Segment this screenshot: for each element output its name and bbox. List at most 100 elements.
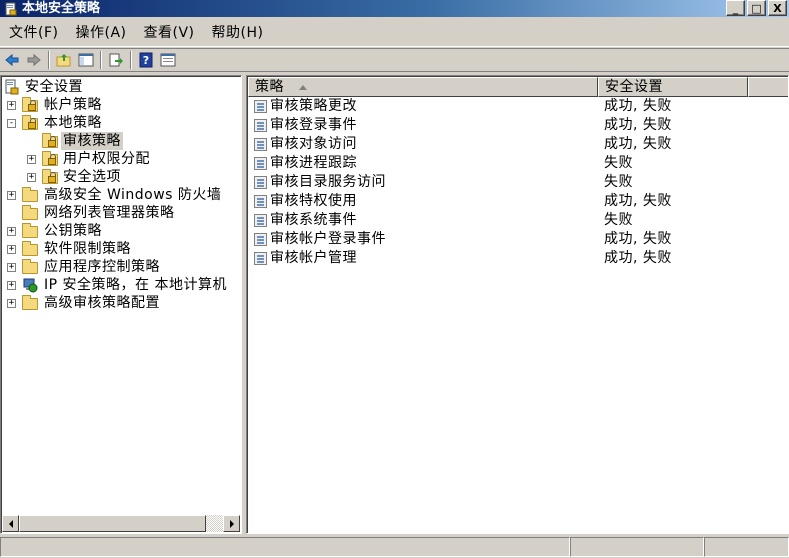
list-item[interactable]: 审核系统事件 失败 [251, 211, 788, 230]
expand-icon[interactable]: + [27, 173, 36, 182]
expand-icon[interactable]: + [7, 263, 16, 272]
tree-label: 安全选项 [63, 169, 121, 185]
list-item[interactable]: 审核策略更改 成功, 失败 [251, 97, 788, 116]
menu-action[interactable]: 操作(A) [68, 20, 133, 46]
expand-icon[interactable]: + [7, 245, 16, 254]
export-list-icon[interactable] [106, 50, 126, 70]
toolbar-separator [130, 51, 132, 69]
locked-folder-icon [22, 115, 38, 131]
details-pane[interactable]: 策略 安全设置 审核策略更改 成功, 失败 审核登录事件 成功, 失败 审核对象… [246, 75, 789, 534]
folder-icon [22, 259, 38, 275]
show-hide-console-tree-icon[interactable] [76, 50, 96, 70]
column-label: 策略 [255, 79, 284, 95]
tree-item-account-policies[interactable]: + 帐户策略 [3, 96, 241, 114]
folder-icon [22, 223, 38, 239]
menu-file[interactable]: 文件(F) [2, 20, 65, 46]
tree-item-network-list-manager[interactable]: 网络列表管理器策略 [3, 204, 241, 222]
list-item[interactable]: 审核对象访问 成功, 失败 [251, 135, 788, 154]
tree-item-ip-security[interactable]: + IP 安全策略，在 本地计算机 [3, 276, 241, 294]
forward-icon[interactable] [24, 50, 44, 70]
menu-view[interactable]: 查看(V) [137, 20, 202, 46]
window-title: 本地安全策略 [22, 1, 101, 16]
tree-item-local-policies[interactable]: - 本地策略 [3, 114, 241, 132]
status-cell-tertiary [704, 537, 789, 557]
maximize-button[interactable]: □ [747, 0, 766, 16]
status-cell-secondary [570, 537, 704, 557]
policy-name: 审核登录事件 [270, 117, 357, 133]
tree-label-security-settings: 安全设置 [25, 79, 83, 95]
console-tree-pane[interactable]: 安全设置 + 帐户策略 - 本地策略 审核策略 + 用户权限分配 + 安全选项 … [0, 75, 242, 534]
policy-icon [254, 195, 267, 208]
policy-name: 审核系统事件 [270, 212, 357, 228]
tree-item-audit-policy[interactable]: 审核策略 [3, 132, 241, 150]
column-header-policy[interactable]: 策略 [248, 77, 598, 97]
list-item[interactable]: 审核特权使用 成功, 失败 [251, 192, 788, 211]
scroll-left-arrow-icon[interactable] [2, 515, 19, 532]
toolbar-separator [48, 51, 50, 69]
policy-icon [254, 252, 267, 265]
tree-label: 帐户策略 [44, 97, 102, 113]
list-item[interactable]: 审核目录服务访问 失败 [251, 173, 788, 192]
locked-folder-icon [42, 169, 58, 185]
list-item[interactable]: 审核帐户管理 成功, 失败 [251, 249, 788, 268]
tree-item-security-options[interactable]: + 安全选项 [3, 168, 241, 186]
expand-icon[interactable]: + [7, 281, 16, 290]
tree-item-user-rights-assignment[interactable]: + 用户权限分配 [3, 150, 241, 168]
tree-item-application-control[interactable]: + 应用程序控制策略 [3, 258, 241, 276]
tree-label: 公钥策略 [44, 223, 102, 239]
policy-icon [254, 233, 267, 246]
expand-icon[interactable]: + [7, 299, 16, 308]
tree-item-public-key-policies[interactable]: + 公钥策略 [3, 222, 241, 240]
help-icon[interactable]: ? [136, 50, 156, 70]
folder-icon [22, 187, 38, 203]
policy-name: 审核策略更改 [270, 98, 357, 114]
policy-icon [254, 157, 267, 170]
horizontal-scrollbar[interactable] [2, 515, 240, 532]
column-label: 安全设置 [605, 79, 663, 95]
sort-ascending-icon [298, 84, 307, 90]
console-tree: 安全设置 + 帐户策略 - 本地策略 审核策略 + 用户权限分配 + 安全选项 … [3, 78, 241, 312]
menu-help[interactable]: 帮助(H) [205, 20, 271, 46]
list-item[interactable]: 审核帐户登录事件 成功, 失败 [251, 230, 788, 249]
policy-icon [254, 214, 267, 227]
folder-icon [22, 205, 38, 221]
list-item[interactable]: 审核进程跟踪 失败 [251, 154, 788, 173]
tree-label: 软件限制策略 [44, 241, 131, 257]
policy-setting: 失败 [604, 155, 633, 171]
expand-icon[interactable]: + [7, 191, 16, 200]
tree-label: IP 安全策略，在 本地计算机 [44, 277, 227, 293]
list-item[interactable]: 审核登录事件 成功, 失败 [251, 116, 788, 135]
ip-security-icon [22, 277, 38, 293]
policy-icon [254, 119, 267, 132]
tree-item-software-restriction[interactable]: + 软件限制策略 [3, 240, 241, 258]
folder-icon [22, 241, 38, 257]
back-icon[interactable] [2, 50, 22, 70]
title-bar[interactable]: 本地安全策略 _ □ X [0, 0, 789, 17]
expand-icon[interactable]: + [7, 227, 16, 236]
tree-label: 应用程序控制策略 [44, 259, 160, 275]
policy-icon [254, 100, 267, 113]
policy-name: 审核目录服务访问 [270, 174, 386, 190]
column-header-empty [748, 77, 788, 97]
close-button[interactable]: X [768, 0, 787, 16]
locked-folder-icon [42, 133, 58, 149]
tree-root[interactable]: 安全设置 [3, 78, 241, 96]
policy-setting: 失败 [604, 212, 633, 228]
tree-label: 高级审核策略配置 [44, 295, 160, 311]
scroll-thumb[interactable] [19, 515, 206, 532]
expand-icon[interactable]: + [27, 155, 36, 164]
svg-text:?: ? [143, 54, 149, 67]
tree-label: 网络列表管理器策略 [44, 205, 175, 221]
policy-name: 审核对象访问 [270, 136, 357, 152]
security-settings-icon [4, 79, 20, 95]
expand-icon[interactable]: + [7, 101, 16, 110]
minimize-button[interactable]: _ [726, 0, 745, 16]
properties-icon[interactable] [158, 50, 178, 70]
column-header-security-setting[interactable]: 安全设置 [598, 77, 748, 97]
scroll-right-arrow-icon[interactable] [223, 515, 240, 532]
collapse-icon[interactable]: - [7, 119, 16, 128]
up-folder-icon[interactable] [54, 50, 74, 70]
tree-item-advanced-audit[interactable]: + 高级审核策略配置 [3, 294, 241, 312]
tree-item-windows-firewall[interactable]: + 高级安全 Windows 防火墙 [3, 186, 241, 204]
scroll-track[interactable] [19, 515, 223, 532]
